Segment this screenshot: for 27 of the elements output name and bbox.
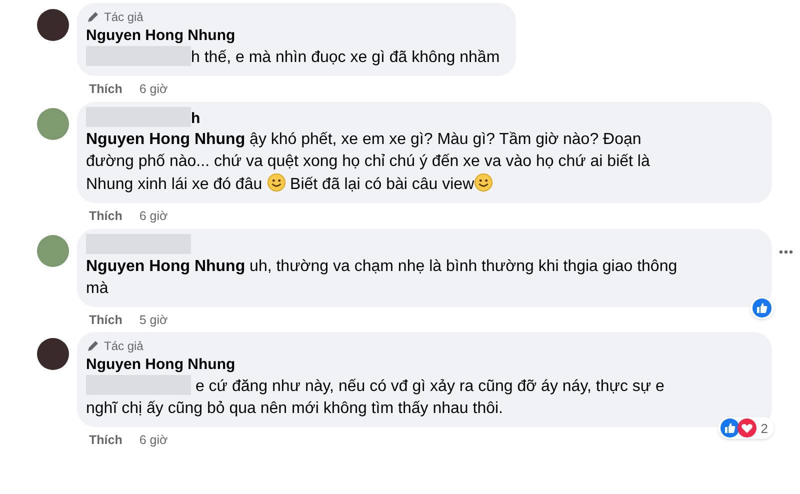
commenter-name[interactable]: Nguyen Hong Nhung [86, 355, 756, 376]
like-link[interactable]: Thích [89, 206, 122, 226]
comment-text: h thế, e mà nhìn đuọc xe gì đã không nhầm [86, 46, 500, 69]
author-label: Tác giả [104, 9, 144, 26]
commenter-name[interactable]: Nguyen Hong Nhung [86, 26, 500, 46]
reaction-counter[interactable]: 2 [718, 417, 774, 440]
avatar[interactable] [37, 338, 69, 370]
comment-time[interactable]: 6 giờ [139, 80, 168, 99]
avatar[interactable] [37, 9, 69, 41]
pencil-icon [86, 10, 100, 24]
pencil-icon [86, 339, 100, 354]
comment-time[interactable]: 5 giờ [139, 310, 168, 330]
like-link[interactable]: Thích [89, 310, 122, 330]
smiley-emoji-icon [266, 172, 286, 192]
author-label: Tác giả [104, 338, 144, 356]
comment-text: e cứ đăng như này, nếu có vđ gì xảy ra cũng đỡ áy náy, thực sự e nghĩ chị ấy cũng bỏ qua nên mới không tìm thấy nhau thôi. [86, 375, 686, 420]
mentioned-name[interactable]: Nguyen Hong Nhung [86, 130, 246, 148]
like-link[interactable]: Thích [89, 80, 122, 99]
commenter-name[interactable]: h [86, 106, 756, 129]
like-link[interactable]: Thích [89, 431, 122, 450]
smiley-emoji-icon [474, 172, 494, 192]
more-options-icon[interactable] [778, 248, 794, 254]
comment-time[interactable]: 6 giờ [139, 431, 168, 450]
comment-text: Nguyen Hong Nhung uh, thường va chạm nhẹ là bình thường khi thgia giao thông mà [86, 256, 678, 298]
mentioned-name[interactable]: Nguyen Hong Nhung [86, 258, 246, 274]
comment-text: Nguyen Hong Nhung ậy khó phết, xe em xe gì? Màu gì? Tầm giờ nào? Đoạn đường phố nào... chứ va quệt xong họ chỉ chú ý đến xe va vào họ chứ ai biết là Nhung xinh lái xe đó đâu Biết đã lại có bài câu view [86, 130, 651, 195]
comment-time[interactable]: 6 giờ [139, 206, 168, 226]
